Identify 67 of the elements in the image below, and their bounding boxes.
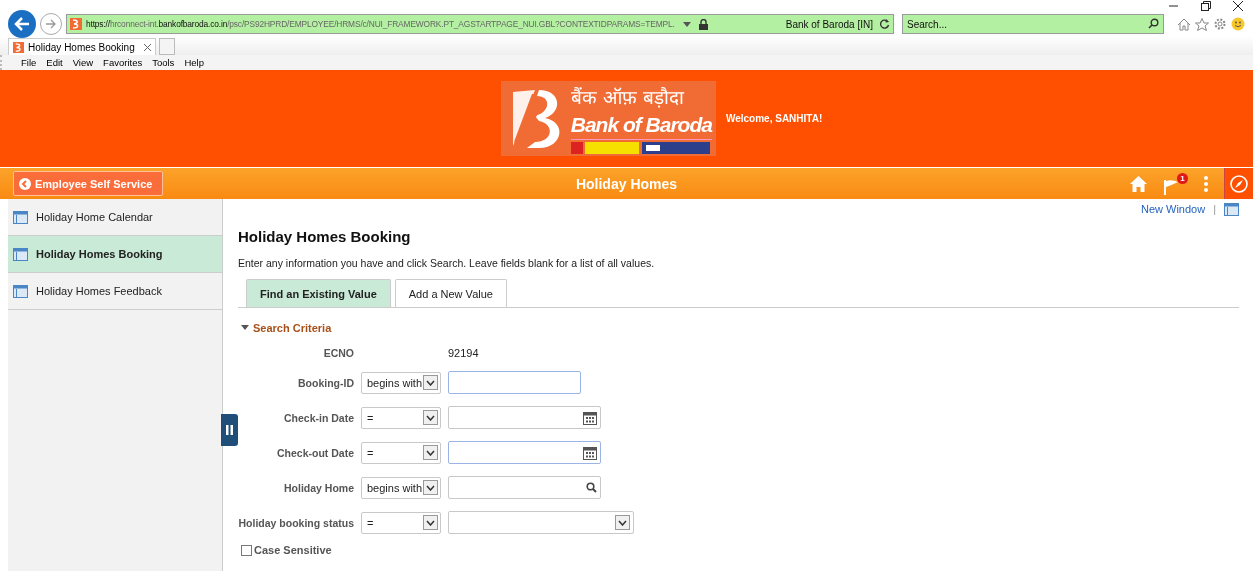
menu-item[interactable]: Tools (147, 57, 180, 68)
address-bar[interactable]: https://hrconnect-int.bankofbaroda.co.in/psc/PS92HPRD/EMPLOYEE/HRMS/c/NUI_FRAMEWORK.PT_AGSTARTPAGE_NUI.GBL?CONTEXTIDPARAMS=TEMPL. Bank of Baroda [IN] (66, 14, 894, 34)
page-title: Holiday Homes (575, 175, 678, 192)
separator: | (1213, 203, 1216, 215)
date-field[interactable] (448, 406, 601, 429)
site-logo-icon (70, 18, 82, 30)
search-icon[interactable] (1148, 18, 1159, 29)
field-label: Holiday Home (283, 481, 355, 494)
welcome-message: Welcome, SANHITA! (725, 113, 823, 124)
notifications-button[interactable]: 1 (1163, 172, 1188, 195)
operator-select[interactable]: = (361, 441, 441, 464)
field-label: Check-in Date (282, 411, 355, 424)
back-button[interactable] (8, 10, 36, 38)
operator-select[interactable]: begins with (361, 476, 441, 499)
calendar-icon[interactable] (583, 445, 597, 460)
layout-icon (1224, 202, 1239, 216)
input-field[interactable] (448, 476, 601, 499)
page-heading: Holiday Homes Booking (238, 228, 412, 245)
operator-select[interactable]: = (361, 406, 441, 429)
menu-item[interactable]: Edit (41, 57, 68, 68)
field-value: 92194 (448, 347, 480, 359)
site-logo-icon (13, 41, 24, 53)
calendar-icon[interactable] (583, 410, 597, 425)
sidebar-item[interactable]: Holiday Homes Booking (8, 236, 222, 273)
field-label: Check-out Date (276, 446, 355, 459)
search-icon[interactable] (586, 482, 597, 493)
instructions: Enter any information you have and click Search. Leave fields blank for a list of all values. (238, 257, 656, 269)
triangle-icon (241, 325, 249, 331)
checkbox-label: Case Sensitive (254, 544, 332, 556)
home-icon[interactable] (1177, 17, 1191, 31)
sidebar-item[interactable]: Holiday Homes Feedback (8, 273, 222, 310)
operator-select[interactable]: begins with (361, 371, 441, 394)
field-label: ECNO (322, 347, 355, 359)
arrow-icon (14, 17, 30, 31)
collapse-handle[interactable] (221, 414, 238, 446)
menu-item[interactable]: Help (179, 57, 209, 68)
star-icon[interactable] (1195, 17, 1209, 31)
tab[interactable]: Find an Existing Value (246, 279, 391, 307)
lock-icon (698, 18, 708, 30)
smiley-icon[interactable] (1231, 17, 1245, 31)
close-icon[interactable] (1233, 1, 1243, 11)
settings-icon[interactable] (1213, 17, 1227, 31)
chevron-icon (19, 177, 31, 190)
field-label: Holiday booking status (237, 516, 355, 529)
page-icon (13, 284, 28, 298)
page-icon (13, 210, 28, 224)
restore-icon[interactable] (1201, 1, 1211, 11)
menu-item[interactable]: Favorites (98, 57, 148, 68)
field-label: Booking-ID (297, 376, 355, 389)
bank-logo: बैंक ऑफ़ बड़ौदा Bank of Baroda (500, 81, 716, 156)
checkbox[interactable] (241, 544, 252, 556)
navigator-button[interactable] (1224, 168, 1253, 199)
operator-select[interactable]: = (361, 511, 441, 534)
tab[interactable]: Add a New Value (394, 279, 507, 307)
compass-icon (1230, 174, 1248, 193)
search-field[interactable]: Search... (902, 14, 1164, 34)
page-icon (13, 247, 28, 261)
input-field[interactable] (448, 371, 581, 394)
menu-item[interactable]: File (16, 57, 42, 68)
arrow-icon (45, 19, 57, 29)
new-window-link[interactable]: New Window (1140, 203, 1206, 215)
menu-item[interactable]: View (67, 57, 99, 68)
refresh-icon[interactable] (880, 19, 890, 29)
dropdown-arrow-icon[interactable] (682, 21, 691, 27)
browser-tab[interactable]: Holiday Homes Booking (8, 38, 156, 55)
section-toggle[interactable]: Search Criteria (241, 322, 1239, 334)
date-field[interactable] (448, 441, 601, 464)
